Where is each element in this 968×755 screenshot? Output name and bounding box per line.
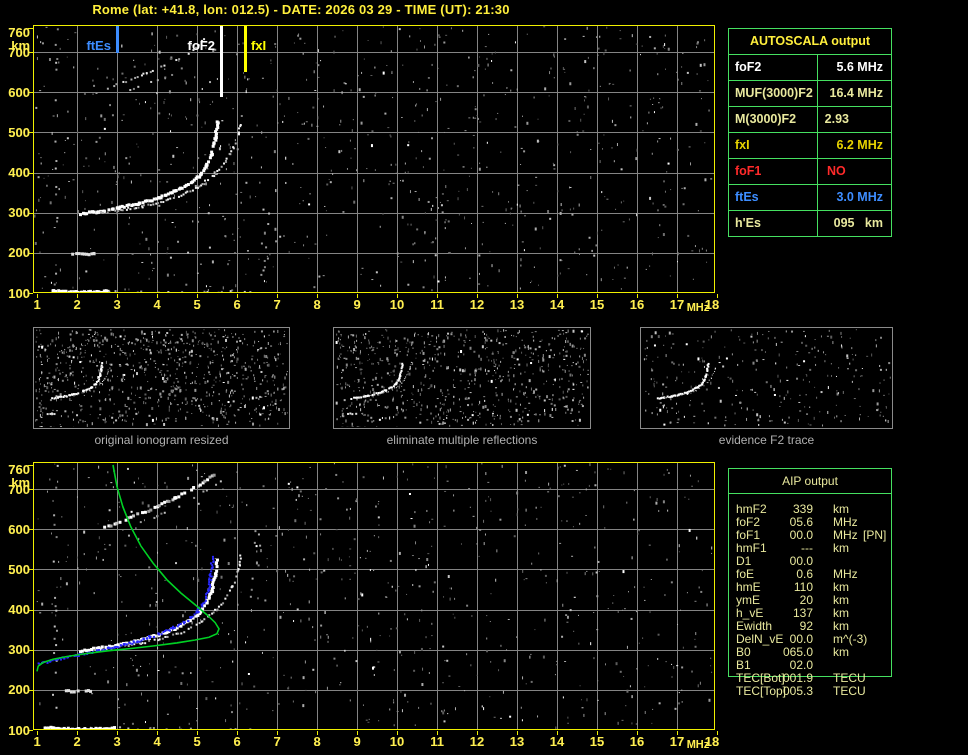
ionogram-bottom-canvas [0,455,730,755]
row-label: ftEs [729,185,818,210]
table-row-foF1: foF1 NO [729,159,891,185]
page-title: Rome (lat: +41.8, lon: 012.5) - DATE: 20… [92,2,510,17]
table-row-hEs: h'Es 095 km [729,211,891,236]
row-label: MUF(3000)F2 [729,81,818,106]
thumbnail-caption-f2trace: evidence F2 trace [718,433,815,447]
row-value: NO [827,164,846,178]
table-row-foF2: foF2 5.6 MHz [729,55,891,81]
table-row-M3000F2: M(3000)F2 2.93 [729,107,891,133]
row-value: 2.93 [824,112,849,126]
row-label: h'Es [729,211,818,236]
row-value: 5.6 MHz [836,60,883,74]
aip-table-rows: hmF2 339 km foF2 05.6 MHz foF1 00.0 MHz [PN] hm… [729,503,891,698]
row-note: [PN] [863,528,887,542]
thumbnail-evidence-f2-trace [640,327,893,429]
autoscala-output-table: AUTOSCALA output foF2 5.6 MHz MUF(3000)F… [728,28,892,237]
table-row-ftEs: ftEs 3.0 MHz [729,185,891,211]
thumbnail-original-ionogram [33,327,290,429]
autoscala-table-title: AUTOSCALA output [729,29,891,55]
thumbnail-eliminate-reflections [333,327,591,429]
aip-table-title: AIP output [729,469,891,494]
row-unit: km [833,541,849,555]
table-row-TEC-Top: TEC[Top] 005.3 TECU [729,685,891,698]
row-value: 095 km [833,216,883,230]
row-value: 005.3 [782,684,813,698]
row-label: M(3000)F2 [729,107,818,132]
row-label: foF2 [729,55,818,80]
row-label: fxI [729,133,818,158]
aip-output-table: AIP output hmF2 339 km foF2 05.6 MHz foF1 00.… [728,468,892,698]
thumbnail-caption-reflections: eliminate multiple reflections [386,433,538,447]
row-value: 6.2 MHz [836,138,883,152]
table-row-MUF3000F2: MUF(3000)F2 16.4 MHz [729,81,891,107]
autoscala-screen: Rome (lat: +41.8, lon: 012.5) - DATE: 20… [0,0,968,755]
row-label: foF1 [729,159,818,184]
row-unit: TECU [833,684,866,698]
table-row-fxI: fxI 6.2 MHz [729,133,891,159]
thumbnail-caption-original: original ionogram resized [94,433,229,447]
row-value: 16.4 MHz [829,86,884,100]
ionogram-top-canvas [0,18,730,318]
row-value: 3.0 MHz [836,190,883,204]
row-unit: km [833,645,849,659]
